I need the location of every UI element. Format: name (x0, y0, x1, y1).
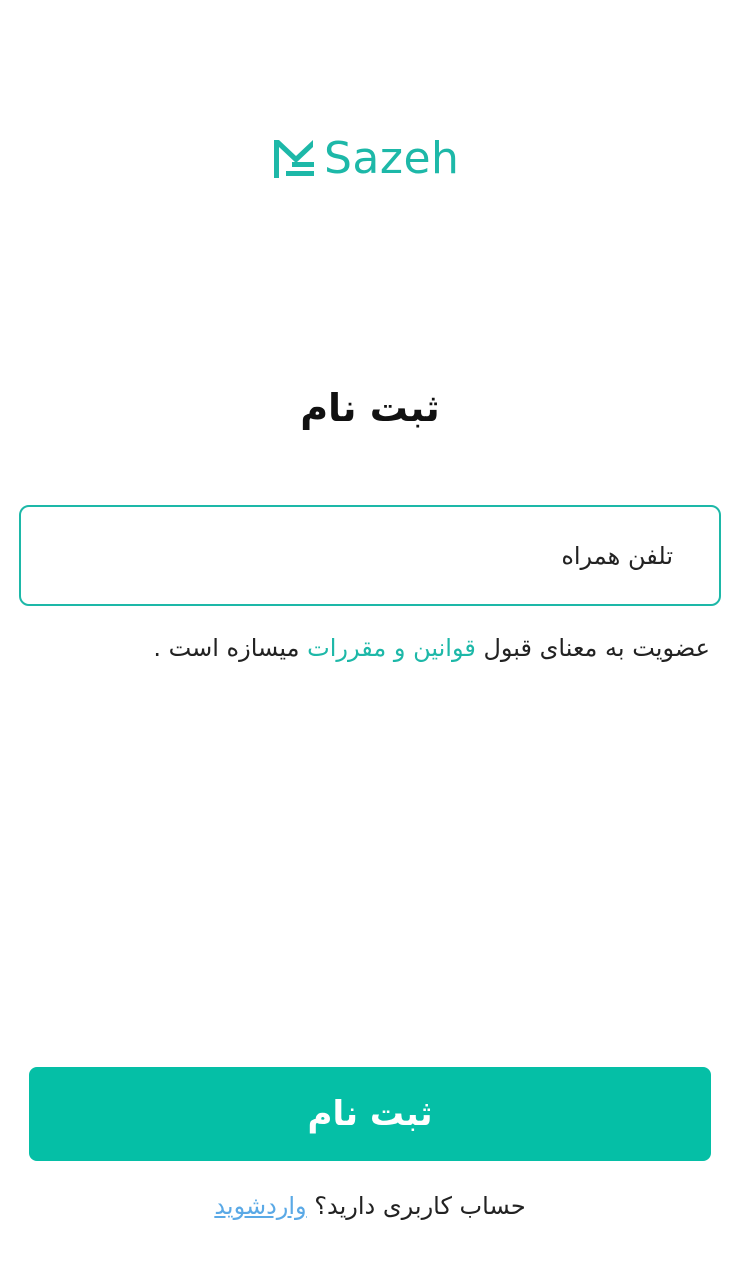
sazeh-logo-icon (274, 140, 314, 178)
login-prompt: حساب کاربری دارید؟ (314, 1192, 526, 1220)
brand-name: Sazeh (324, 133, 460, 184)
login-prompt-line: حساب کاربری دارید؟ واردشوید (0, 1192, 740, 1220)
terms-text-before: عضویت به معنای قبول (475, 634, 710, 662)
terms-link[interactable]: قوانین و مقررات (307, 634, 476, 662)
signup-button[interactable]: ثبت نام (29, 1067, 711, 1161)
terms-text-after: میسازه است . (153, 634, 308, 662)
login-link[interactable]: واردشوید (214, 1192, 306, 1220)
phone-input[interactable] (19, 505, 721, 606)
page-title: ثبت نام (300, 386, 440, 430)
terms-notice: عضویت به معنای قبول قوانین و مقررات میسا… (20, 634, 710, 662)
app-logo: Sazeh (274, 136, 459, 182)
